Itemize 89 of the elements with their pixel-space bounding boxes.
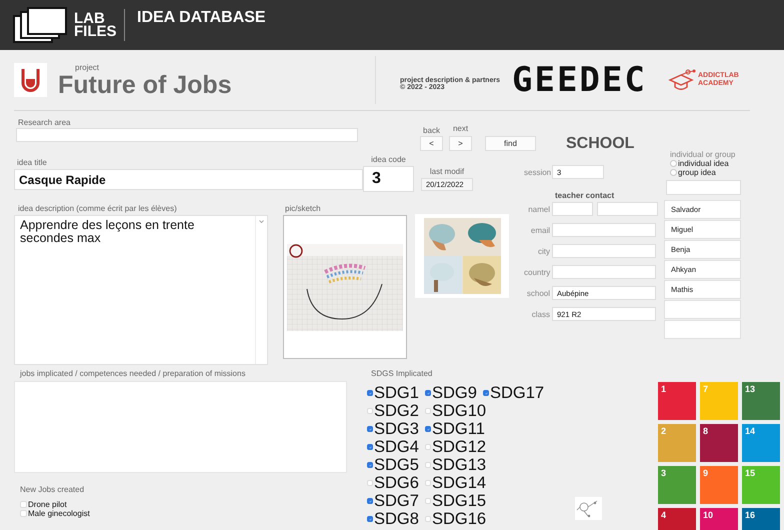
- app-title: IDEA DATABASE: [137, 9, 266, 27]
- checkbox[interactable]: [483, 390, 489, 396]
- sdg-label: SDG16: [432, 510, 486, 528]
- sdg-label: SDG15: [432, 492, 486, 510]
- last-name-field[interactable]: [597, 202, 658, 216]
- sdg-tile: 8: [700, 424, 738, 462]
- sdg-label: SDG12: [432, 438, 486, 456]
- sdg-tile: 7: [700, 382, 738, 420]
- checkbox[interactable]: [367, 462, 373, 468]
- back-button[interactable]: <: [420, 136, 443, 151]
- sdg-tile: 16: [742, 508, 780, 530]
- contact-field[interactable]: [552, 223, 656, 237]
- project-name: Future of Jobs: [58, 72, 233, 98]
- field-label: school: [526, 288, 550, 298]
- sdg-label: SDG2: [374, 402, 419, 420]
- job-label: Male ginecologist: [28, 509, 90, 518]
- first-name-field[interactable]: [552, 202, 593, 216]
- sdg-tile: 1: [658, 382, 696, 420]
- sdg-tile: 10: [700, 508, 738, 530]
- network-icon: [575, 497, 602, 520]
- sdg-label: SDG6: [374, 474, 419, 492]
- sdg-label: SDG3: [374, 420, 419, 438]
- sdg-label: SDG13: [432, 456, 486, 474]
- sdg-tile: 15: [742, 466, 780, 504]
- idea-code-field[interactable]: 3: [363, 166, 414, 192]
- contact-field[interactable]: [552, 244, 656, 258]
- group-name-field[interactable]: [666, 180, 741, 195]
- teacher-contact-heading: teacher contact: [555, 191, 616, 200]
- lab-tube-icon: [14, 63, 47, 97]
- field-label: country: [524, 268, 550, 276]
- sdg-tile: 2: [658, 424, 696, 462]
- field-label: city: [537, 246, 550, 256]
- sdg-label: SDG8: [374, 510, 419, 528]
- empty-name-field[interactable]: [664, 320, 741, 339]
- sdg-label: SDG9: [432, 384, 477, 402]
- checkbox[interactable]: [367, 426, 373, 432]
- field-label: pic/sketch: [285, 204, 322, 213]
- checkbox[interactable]: [425, 390, 431, 396]
- sdg-tile: 4: [658, 508, 696, 530]
- field-label: individual or group: [670, 150, 736, 159]
- field-label: class: [530, 310, 550, 318]
- sdg-label: SDG10: [432, 402, 486, 420]
- field-label: New Jobs created: [20, 485, 86, 494]
- sdg-tile: 9: [700, 466, 738, 504]
- field-label: Research area: [18, 118, 72, 127]
- school-heading: SCHOOL: [566, 135, 636, 153]
- checkbox[interactable]: [367, 516, 373, 522]
- research-area-field[interactable]: [16, 128, 358, 142]
- field-label: idea code: [371, 155, 406, 164]
- contact-field[interactable]: [552, 265, 656, 279]
- radio-option[interactable]: group idea: [670, 168, 741, 177]
- field-label: idea title: [17, 158, 48, 167]
- field-label: SDGS Implicated: [371, 369, 434, 378]
- find-button[interactable]: find: [485, 136, 536, 151]
- idea-title-field[interactable]: Casque Rapide: [14, 169, 363, 190]
- checkbox[interactable]: [367, 498, 373, 504]
- sdg-label: SDG14: [432, 474, 486, 492]
- idea-description-field[interactable]: Apprendre des leçons en trente secondes max: [14, 215, 268, 365]
- graduation-cap-icon: [668, 68, 696, 92]
- sdg-label: SDG17: [490, 384, 544, 402]
- checkbox[interactable]: [367, 390, 373, 396]
- next-label: next: [452, 124, 468, 133]
- logo-text: LAB FILES: [74, 12, 114, 38]
- field-label: session: [524, 168, 550, 176]
- job-label: Drone pilot: [28, 500, 67, 509]
- empty-name-field[interactable]: [664, 300, 741, 319]
- field-label: namel: [527, 204, 550, 214]
- sdg-label: SDG4: [374, 438, 419, 456]
- jobs-field[interactable]: [14, 381, 347, 473]
- back-label: back: [423, 126, 440, 135]
- chevron-down-icon[interactable]: [259, 220, 264, 224]
- field-label: last modif: [430, 167, 464, 176]
- checkbox[interactable]: [425, 426, 431, 432]
- field-label: email: [530, 226, 550, 234]
- folders-icon: [12, 6, 68, 44]
- sdg-tile: 13: [742, 382, 780, 420]
- sdg-label: SDG1: [374, 384, 419, 402]
- project-label: project: [75, 62, 100, 72]
- sdg-tile: 14: [742, 424, 780, 462]
- field-label: jobs implicated / competences needed / preparation of missions: [20, 369, 246, 378]
- sdg-tile: 3: [658, 466, 696, 504]
- sdg-label: SDG11: [432, 420, 485, 438]
- checkbox[interactable]: [367, 444, 373, 450]
- partner-logo: GEEDEC: [512, 60, 648, 100]
- sdg-label: SDG7: [374, 492, 419, 510]
- next-button[interactable]: >: [449, 136, 472, 151]
- field-label: idea description (comme écrit par les élèves): [18, 204, 178, 213]
- radio-option[interactable]: individual idea: [670, 159, 741, 168]
- sdg-label: SDG5: [374, 456, 419, 474]
